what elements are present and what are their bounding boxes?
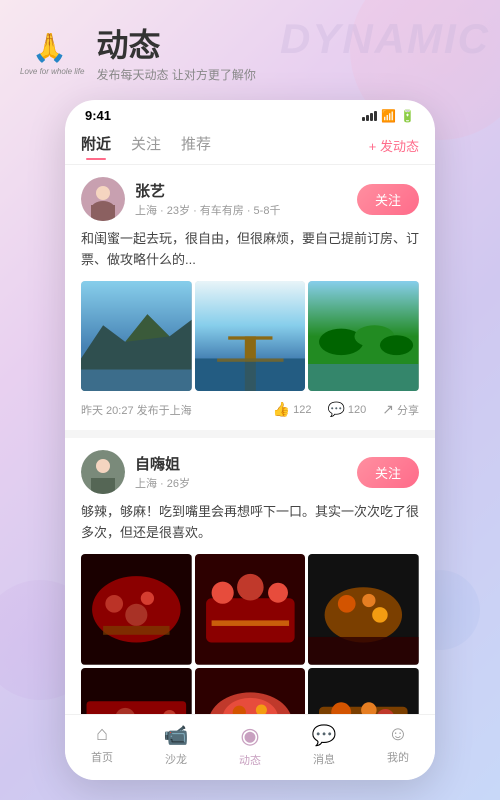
- tab-follow[interactable]: 关注: [131, 133, 161, 158]
- like-icon-1: 👍: [273, 401, 290, 418]
- nav-item-profile[interactable]: ☺ 我的: [361, 723, 435, 768]
- post-img-2-5: [195, 668, 306, 714]
- wifi-icon: 📶: [381, 109, 396, 123]
- user-meta-2: 上海 · 26岁: [135, 475, 357, 491]
- post-footer-1: 昨天 20:27 发布于上海 👍 122 💬 120 ↗ 分享: [81, 401, 419, 418]
- post-img-2-1: [81, 554, 192, 665]
- follow-btn-1[interactable]: 关注: [357, 184, 419, 215]
- nav-label-profile: 我的: [387, 749, 409, 765]
- share-action-1[interactable]: ↗ 分享: [382, 401, 419, 418]
- logo-area: 🙏 Love for whole life: [20, 27, 84, 76]
- share-label-1: 分享: [397, 402, 419, 418]
- logo-subtitle: Love for whole life: [20, 67, 84, 76]
- user-name-1: 张艺: [135, 180, 357, 201]
- dynamic-icon: ◉: [240, 723, 259, 749]
- bottom-nav: ⌂ 首页 📹 沙龙 ◉ 动态 💬 消息 ☺ 我的: [65, 714, 435, 780]
- post-img-1-1: [81, 281, 192, 392]
- post-img-2-6: [308, 668, 419, 714]
- comment-action-1[interactable]: 💬 120: [327, 401, 366, 418]
- signal-icon: [362, 111, 377, 121]
- message-icon: 💬: [312, 723, 337, 748]
- post-dynamic-btn[interactable]: + 发动态: [369, 136, 419, 155]
- post-header-1: 张艺 上海 · 23岁 · 有车有房 · 5-8千 关注: [81, 177, 419, 221]
- post-time-1: 昨天 20:27 发布于上海: [81, 402, 273, 418]
- nav-item-salon[interactable]: 📹 沙龙: [139, 723, 213, 768]
- post-actions-1: 👍 122 💬 120 ↗ 分享: [273, 401, 419, 418]
- video-icon: 📹: [164, 723, 189, 748]
- home-icon: ⌂: [96, 723, 108, 746]
- logo-icon: 🙏: [30, 27, 75, 67]
- phone-frame: 9:41 📶 🔋 附近 关注 推荐 + 发动态: [65, 100, 435, 780]
- post-card-2: 自嗨姐 上海 · 26岁 关注 够辣，够麻！吃到嘴里会再想呼下一口。其实一次次吃…: [65, 438, 435, 714]
- post-img-2-3: [308, 554, 419, 665]
- follow-btn-2[interactable]: 关注: [357, 457, 419, 488]
- nav-label-message: 消息: [313, 751, 335, 767]
- post-img-2-2: [195, 554, 306, 665]
- page-title: 动态: [96, 20, 255, 66]
- post-header-2: 自嗨姐 上海 · 26岁 关注: [81, 450, 419, 494]
- share-icon-1: ↗: [382, 401, 394, 418]
- avatar-2[interactable]: [81, 450, 125, 494]
- user-info-2: 自嗨姐 上海 · 26岁: [135, 453, 357, 491]
- battery-icon: 🔋: [400, 109, 415, 123]
- like-action-1[interactable]: 👍 122: [273, 401, 312, 418]
- content-area: 张艺 上海 · 23岁 · 有车有房 · 5-8千 关注 和闺蜜一起去玩，很自由…: [65, 165, 435, 714]
- user-info-1: 张艺 上海 · 23岁 · 有车有房 · 5-8千: [135, 180, 357, 218]
- svg-text:🙏: 🙏: [32, 32, 67, 64]
- post-img-1-3: [308, 281, 419, 392]
- post-images-2: [81, 554, 419, 714]
- tab-recommend[interactable]: 推荐: [181, 133, 211, 158]
- user-meta-1: 上海 · 23岁 · 有车有房 · 5-8千: [135, 202, 357, 218]
- post-img-1-2: [195, 281, 306, 392]
- post-images-1: [81, 281, 419, 392]
- profile-icon: ☺: [388, 723, 408, 746]
- page-subtitle: 发布每天动态 让对方更了解你: [96, 66, 255, 83]
- user-name-2: 自嗨姐: [135, 453, 357, 474]
- post-img-2-4: [81, 668, 192, 714]
- nav-item-message[interactable]: 💬 消息: [287, 723, 361, 768]
- nav-label-home: 首页: [91, 749, 113, 765]
- status-time: 9:41: [85, 108, 111, 123]
- post-text-2: 够辣，够麻！吃到嘴里会再想呼下一口。其实一次次吃了很多次，但还是很喜欢。: [81, 502, 419, 544]
- nav-item-home[interactable]: ⌂ 首页: [65, 723, 139, 768]
- comment-icon-1: 💬: [327, 401, 344, 418]
- like-count-1: 122: [293, 404, 311, 416]
- post-card-1: 张艺 上海 · 23岁 · 有车有房 · 5-8千 关注 和闺蜜一起去玩，很自由…: [65, 165, 435, 438]
- nav-label-salon: 沙龙: [165, 751, 187, 767]
- header-title-area: 动态 发布每天动态 让对方更了解你: [96, 20, 255, 83]
- nav-item-dynamic[interactable]: ◉ 动态: [213, 723, 287, 768]
- nav-label-dynamic: 动态: [239, 752, 261, 768]
- dynamic-bg-text: DYNAMIC: [280, 15, 490, 63]
- comment-count-1: 120: [348, 404, 366, 416]
- status-bar: 9:41 📶 🔋: [65, 100, 435, 127]
- status-icons: 📶 🔋: [362, 109, 415, 123]
- post-text-1: 和闺蜜一起去玩，很自由，但很麻烦，要自己提前订房、订票、做攻略什么的...: [81, 229, 419, 271]
- top-tabs: 附近 关注 推荐 + 发动态: [65, 127, 435, 165]
- tab-nearby[interactable]: 附近: [81, 133, 111, 158]
- avatar-1[interactable]: [81, 177, 125, 221]
